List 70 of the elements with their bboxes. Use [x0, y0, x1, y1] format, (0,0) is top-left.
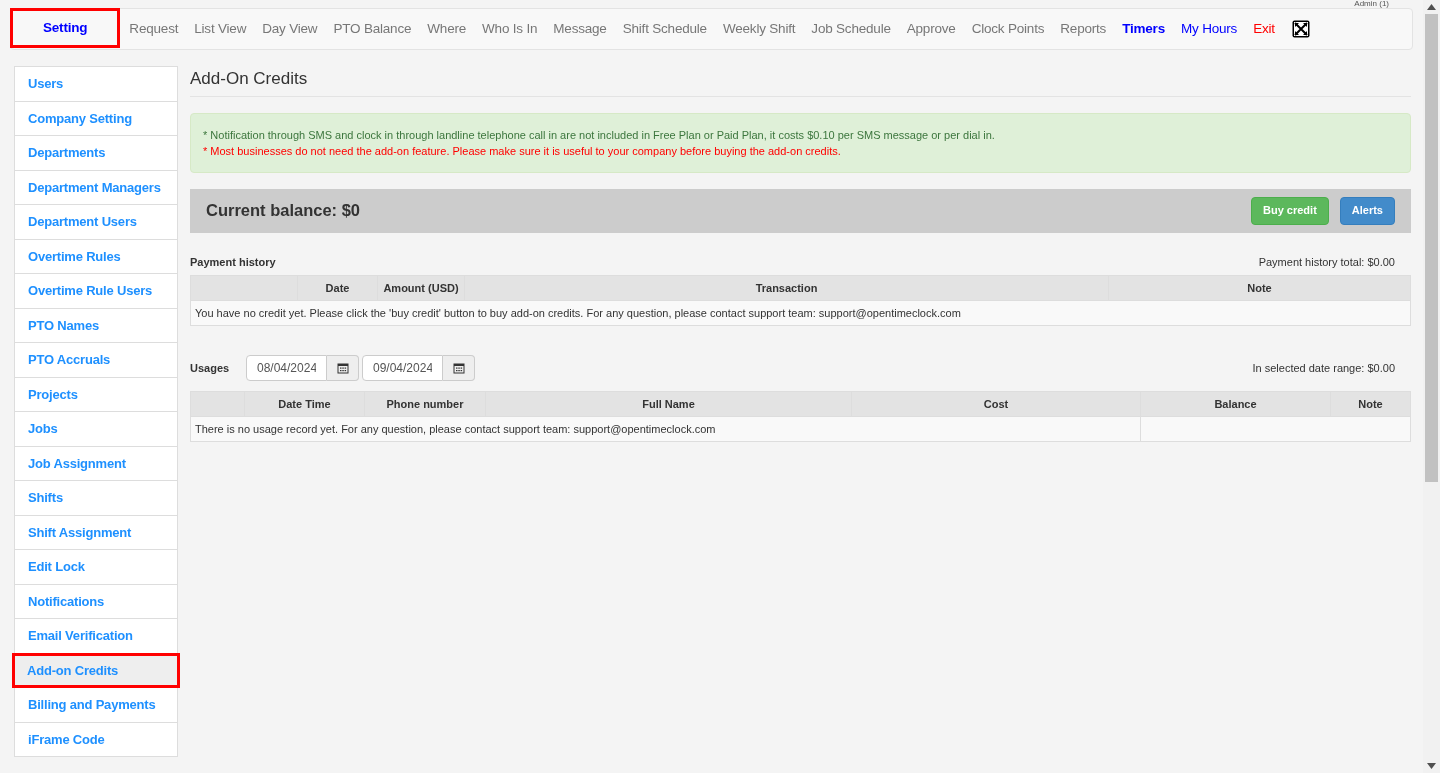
column-header: Date [297, 275, 378, 301]
nav-link[interactable]: Shift Schedule [614, 9, 715, 49]
sidebar-item[interactable]: iFrame Code [14, 721, 178, 757]
nav-link[interactable]: Day View [254, 9, 326, 49]
action-button[interactable]: Buy credit [1251, 196, 1329, 225]
nav-link[interactable]: Exit [1245, 9, 1283, 49]
action-button[interactable]: Alerts [1339, 196, 1395, 225]
column-header: Amount (USD) [377, 275, 465, 301]
scroll-down-icon[interactable] [1427, 763, 1436, 769]
section-title: Usages [190, 360, 231, 376]
empty-message: You have no credit yet. Please click the 'buy credit' button to buy add-on credits. For any question, please contact support team: support@opentimeclock.com [190, 300, 1411, 326]
sidebar-item[interactable]: Department Managers [14, 169, 178, 205]
page-title: Add-On Credits [190, 66, 1411, 97]
empty-message: There is no usage record yet. For any question, please contact support team: support@opentimeclock.com [190, 416, 1141, 442]
sidebar-item[interactable]: Job Assignment [14, 445, 178, 481]
sidebar-item[interactable]: Overtime Rules [14, 238, 178, 274]
sidebar-item[interactable]: Projects [14, 376, 178, 412]
nav-link[interactable]: Weekly Shift [714, 9, 804, 49]
nav-link[interactable]: Approve [898, 9, 964, 49]
column-header: Note [1108, 275, 1411, 301]
fullscreen-icon[interactable] [1291, 20, 1310, 38]
nav-link[interactable]: Timers [1114, 9, 1173, 49]
date-field[interactable]: 09/04/2024 [362, 355, 443, 381]
nav-link[interactable]: Setting [10, 8, 121, 48]
column-header: Cost [851, 391, 1141, 417]
notice-text: * Notification through SMS and clock in through landline telephone call in are not included in Free Plan or Paid Plan, it costs $0.10 per SMS message or per dial in. [203, 127, 996, 143]
sidebar-item[interactable]: Overtime Rule Users [14, 273, 178, 309]
nav-link[interactable]: Message [545, 9, 615, 49]
nav-link[interactable]: PTO Balance [325, 9, 420, 49]
sidebar-item[interactable]: Shift Assignment [14, 514, 178, 550]
sidebar-item[interactable]: Shifts [14, 480, 178, 516]
nav-link[interactable]: List View [186, 9, 255, 49]
section-total: Payment history total: $0.00 [1258, 254, 1395, 270]
sidebar-item[interactable]: PTO Accruals [14, 342, 178, 378]
column-header: Note [1330, 391, 1411, 417]
sidebar-item[interactable]: Departments [14, 135, 178, 171]
column-header: Transaction [464, 275, 1109, 301]
nav-link[interactable]: Clock Points [963, 9, 1053, 49]
nav-link[interactable]: Job Schedule [803, 9, 899, 49]
calendar-icon [452, 362, 465, 374]
sidebar-item[interactable]: Department Users [14, 204, 178, 240]
sidebar-item[interactable]: Add-on Credits [12, 652, 180, 688]
sidebar-item[interactable]: Notifications [14, 583, 178, 619]
scrollbar-thumb[interactable] [1425, 14, 1438, 482]
sidebar-item[interactable]: Billing and Payments [14, 687, 178, 723]
section-title: Payment history [190, 254, 276, 270]
column-header: Balance [1140, 391, 1331, 417]
warning-text: * Most businesses do not need the add-on feature. Please make sure it is useful to your company before buying the add-on credits. [203, 143, 842, 159]
nav-link[interactable]: Who Is In [474, 9, 546, 49]
section-total: In selected date range: $0.00 [1252, 360, 1395, 376]
calendar-icon [336, 362, 349, 374]
nav-link[interactable]: Where [419, 9, 475, 49]
calendar-button[interactable] [327, 355, 359, 381]
scroll-up-icon[interactable] [1427, 4, 1436, 10]
column-header: Full Name [485, 391, 852, 417]
nav-link[interactable]: Request [121, 9, 187, 49]
sidebar-item[interactable]: Email Verification [14, 618, 178, 654]
user-label: Admin (1) [1354, 0, 1389, 8]
sidebar-item[interactable]: Company Setting [14, 100, 178, 136]
column-header: Date Time [244, 391, 365, 417]
sidebar-item[interactable]: Edit Lock [14, 549, 178, 585]
nav-link[interactable]: Reports [1052, 9, 1115, 49]
sidebar-item[interactable]: Users [14, 66, 178, 102]
nav-link[interactable]: My Hours [1173, 9, 1246, 49]
calendar-button[interactable] [443, 355, 475, 381]
current-balance: Current balance: $0 [206, 200, 362, 222]
sidebar-item[interactable]: Jobs [14, 411, 178, 447]
sidebar-item[interactable]: PTO Names [14, 307, 178, 343]
date-field[interactable]: 08/04/2024 [246, 355, 327, 381]
column-header: Phone number [364, 391, 486, 417]
